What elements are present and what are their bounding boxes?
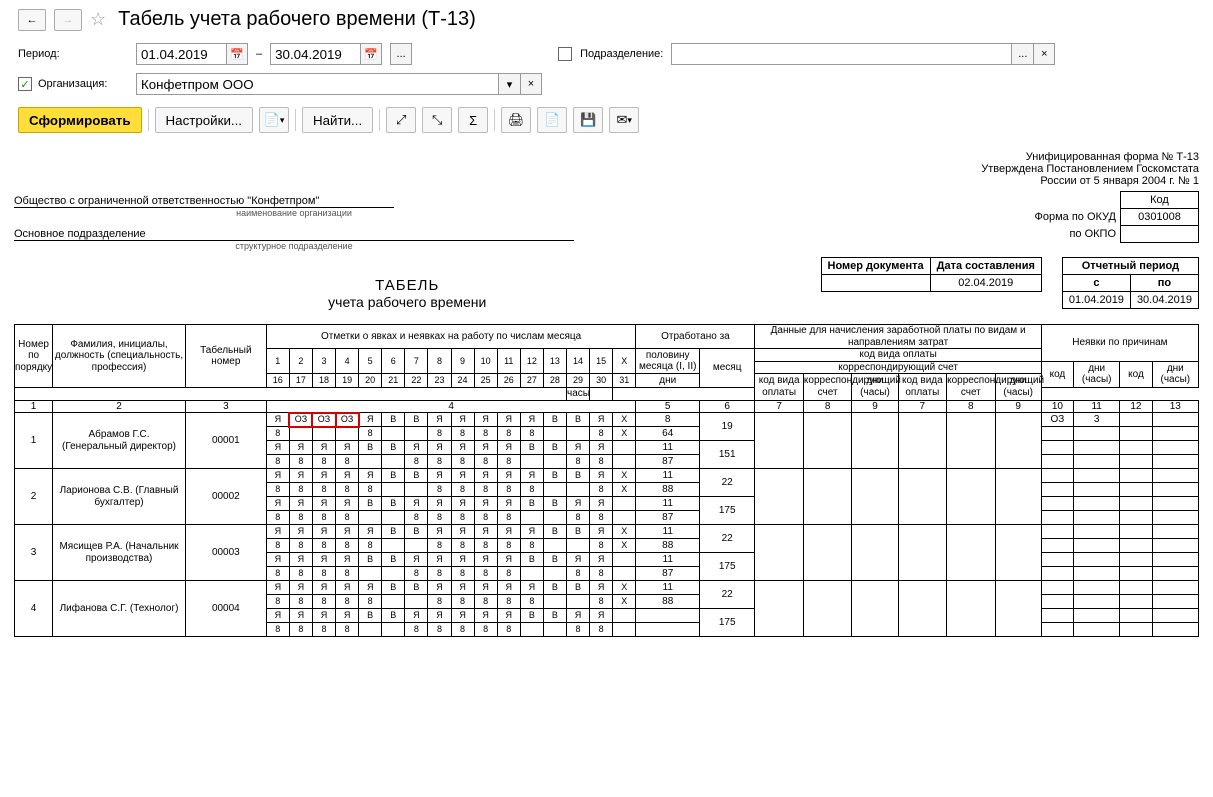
form-info: Унифицированная форма № Т-13 Утверждена … [14,151,1199,187]
period-from-input[interactable] [136,43,226,65]
settings-button[interactable]: Настройки... [155,107,253,133]
report-title: ТАБЕЛЬ [14,277,801,294]
company-sub: наименование организации [14,208,574,218]
nav-forward-button[interactable]: → [54,9,82,31]
separator [494,109,495,131]
organization-checkbox[interactable]: ✓ [18,77,32,91]
division-sub: структурное подразделение [14,241,574,251]
organization-label: Организация: [38,78,107,90]
expand-icon[interactable]: ⤢ [386,107,416,133]
division-checkbox[interactable] [558,47,572,61]
print-icon[interactable]: 🖨 [501,107,531,133]
separator [379,109,380,131]
email-icon[interactable]: ✉▾ [609,107,639,133]
period-table: Отчетный период спо 01.04.201930.04.2019 [1062,257,1199,309]
timesheet-table: Номер по порядкуФамилия, инициалы, должн… [14,324,1199,637]
report-subtitle: учета рабочего времени [14,294,801,310]
code-box: Код Форма по ОКУД0301008 по ОКПО [1029,191,1200,243]
period-to-input[interactable] [270,43,360,65]
division-clear-button[interactable]: × [1033,43,1055,65]
period-label: Период: [18,48,128,60]
division-label: Подразделение: [580,48,663,60]
separator [295,109,296,131]
company-name: Общество с ограниченной ответственностью… [14,195,394,208]
save-icon[interactable]: 💾 [573,107,603,133]
period-dash: – [256,48,262,60]
sum-icon[interactable]: Σ [458,107,488,133]
division-picker-button[interactable]: ... [1011,43,1033,65]
nav-back-button[interactable]: ← [18,9,46,31]
organization-dropdown-button[interactable]: ▾ [498,73,520,95]
find-button[interactable]: Найти... [302,107,373,133]
report-area: Унифицированная форма № Т-13 Утверждена … [0,145,1213,667]
period-picker-button[interactable]: ... [390,43,412,65]
calendar-icon[interactable]: 📅 [360,43,382,65]
organization-clear-button[interactable]: × [520,73,542,95]
settings-menu-button[interactable]: 📄▾ [259,107,289,133]
organization-input[interactable] [136,73,498,95]
separator [148,109,149,131]
division-input[interactable] [671,43,1011,65]
favorite-star-icon[interactable]: ☆ [90,9,106,30]
generate-button[interactable]: Сформировать [18,107,142,133]
calendar-icon[interactable]: 📅 [226,43,248,65]
collapse-icon[interactable]: ⤡ [422,107,452,133]
doc-info-table: Номер документаДата составления 02.04.20… [821,257,1042,292]
page-setup-icon[interactable]: 📄 [537,107,567,133]
page-title: Табель учета рабочего времени (Т-13) [118,8,476,31]
division-name: Основное подразделение [14,228,574,241]
